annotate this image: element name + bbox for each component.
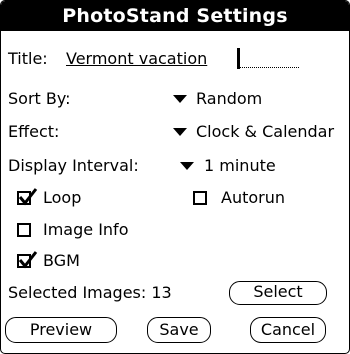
loop-label: Loop xyxy=(43,188,82,207)
title-label: Title: xyxy=(8,49,48,68)
title-input-underline xyxy=(239,67,299,68)
display-interval-value: 1 minute xyxy=(204,156,276,175)
selected-images-count: 13 xyxy=(151,283,172,302)
text-cursor xyxy=(237,48,240,69)
checkbox-unchecked-icon xyxy=(193,191,207,205)
image-info-label: Image Info xyxy=(43,220,129,239)
settings-dialog: PhotoStand Settings Title: Vermont vacat… xyxy=(0,0,350,354)
dropdown-arrow-icon xyxy=(173,95,187,103)
sort-by-label: Sort By: xyxy=(8,89,71,108)
preview-button[interactable]: Preview xyxy=(5,317,117,343)
selected-images-label: Selected Images: 13 xyxy=(8,283,172,302)
dialog-title: PhotoStand Settings xyxy=(1,1,349,31)
select-button[interactable]: Select xyxy=(229,281,327,305)
dropdown-arrow-icon xyxy=(173,128,187,136)
cancel-button[interactable]: Cancel xyxy=(250,317,326,343)
dropdown-arrow-icon xyxy=(180,162,194,170)
autorun-label: Autorun xyxy=(221,188,286,207)
display-interval-label: Display Interval: xyxy=(8,156,139,175)
title-input[interactable]: Vermont vacation xyxy=(66,49,207,69)
bgm-label: BGM xyxy=(43,251,80,270)
save-button[interactable]: Save xyxy=(147,317,211,343)
effect-value: Clock & Calendar xyxy=(196,122,335,141)
effect-label: Effect: xyxy=(8,122,60,141)
sort-by-value: Random xyxy=(196,89,263,108)
checkbox-unchecked-icon xyxy=(17,223,31,237)
checkbox-checked-icon xyxy=(17,188,38,206)
checkbox-checked-icon xyxy=(17,251,38,269)
